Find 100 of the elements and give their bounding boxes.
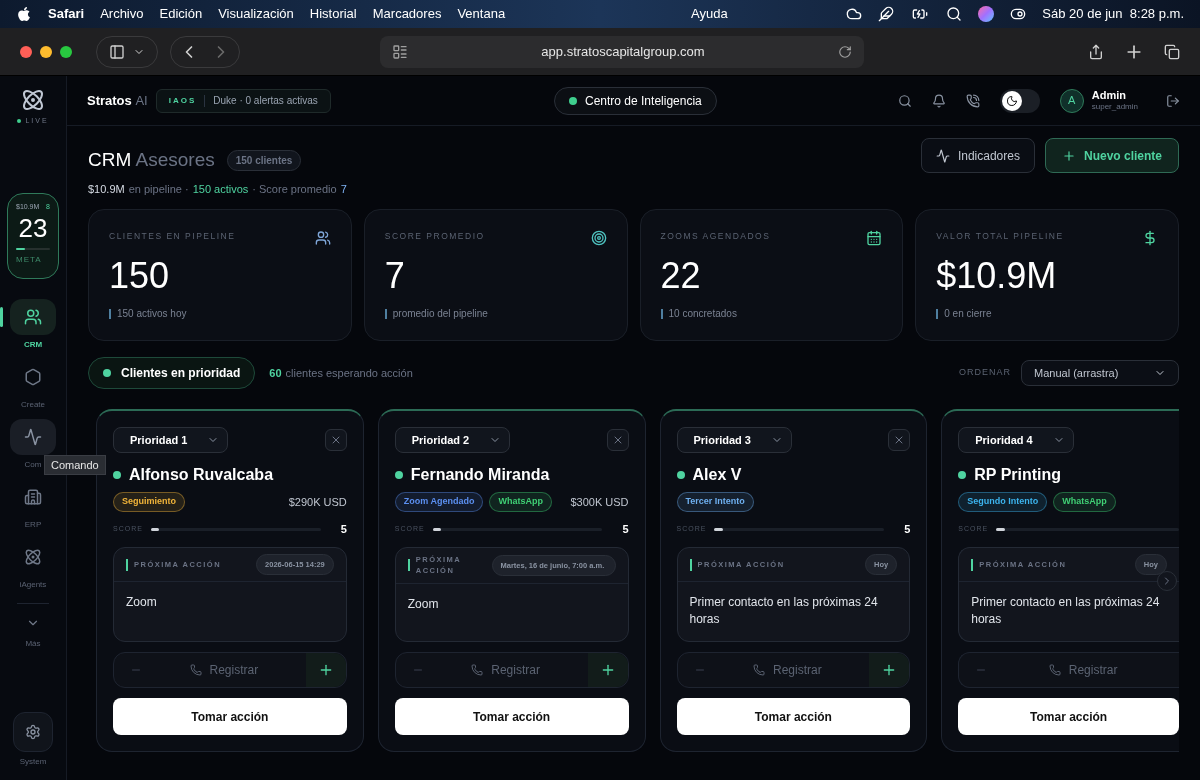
- search-icon[interactable]: [946, 6, 963, 22]
- control-center-icon[interactable]: [1010, 6, 1027, 22]
- stat-label: CLIENTES EN PIPELINE: [109, 230, 236, 243]
- page-menu-icon: [392, 43, 408, 60]
- intelligence-center-button[interactable]: Centro de Inteligencia: [554, 86, 717, 115]
- menu-item[interactable]: Ayuda: [691, 4, 728, 24]
- take-action-button[interactable]: Tomar acción: [113, 698, 347, 735]
- action-text: Zoom: [406, 595, 440, 613]
- client-name: RP Printing: [974, 465, 1062, 485]
- menu-item[interactable]: Historial: [309, 4, 357, 24]
- menu-item[interactable]: Safari: [48, 4, 85, 24]
- menu-item[interactable]: Marcadores: [372, 4, 442, 24]
- sidebar-item-label: Com: [24, 458, 42, 471]
- menu-item[interactable]: Edición: [159, 4, 203, 24]
- cloud-icon[interactable]: [846, 6, 863, 22]
- tag: WhatsApp: [489, 492, 552, 512]
- logout-icon[interactable]: [1166, 93, 1180, 108]
- client-name: Alex V: [692, 465, 742, 485]
- client-name: Alfonso Ruvalcaba: [129, 465, 274, 485]
- status-tag: IAOS: [168, 94, 197, 107]
- phone-icon: [471, 664, 484, 676]
- action-text: Zoom: [125, 594, 158, 612]
- bell-icon[interactable]: [931, 93, 946, 108]
- stat-value: 7: [384, 254, 406, 298]
- menu-item[interactable]: Ventana: [457, 4, 506, 24]
- action-text: Primer contacto en las próximas 24 horas: [688, 594, 879, 629]
- target-icon: [590, 230, 607, 246]
- client-count-badge: 150 clientes: [226, 149, 302, 171]
- add-button[interactable]: [305, 653, 346, 687]
- atom-logo-icon[interactable]: [21, 88, 45, 112]
- minimize-window-button[interactable]: [40, 45, 52, 58]
- menu-item[interactable]: Archivo: [100, 4, 144, 24]
- meta-value: 23: [17, 212, 49, 244]
- take-action-button[interactable]: Tomar acción: [676, 698, 911, 735]
- close-button[interactable]: [324, 429, 347, 451]
- atom-icon: [24, 547, 42, 566]
- stat-note: 10 concretados: [668, 307, 737, 321]
- meta-label: META: [16, 254, 43, 266]
- close-button[interactable]: [888, 429, 911, 451]
- priority-clients-pill[interactable]: Clientes en prioridad: [88, 357, 256, 389]
- user-avatar[interactable]: A: [1059, 88, 1084, 113]
- close-button[interactable]: [606, 429, 629, 451]
- apple-icon[interactable]: [16, 6, 32, 22]
- add-button[interactable]: [587, 653, 628, 687]
- waiting-text: clientes esperando acción: [285, 365, 413, 381]
- stat-value: $10.9M: [936, 254, 1058, 298]
- add-button[interactable]: [869, 653, 910, 687]
- user-role: super_admin: [1091, 100, 1138, 113]
- priority-dropdown[interactable]: Prioridad 3: [676, 427, 792, 453]
- tabs-overview-icon[interactable]: [1164, 43, 1180, 60]
- stat-label: ZOOMS AGENDADOS: [660, 230, 771, 243]
- take-action-button[interactable]: Tomar acción: [394, 698, 629, 735]
- stat-label: SCORE PROMEDIO: [384, 230, 485, 243]
- priority-dropdown[interactable]: Prioridad 2: [394, 427, 511, 453]
- theme-toggle[interactable]: [999, 88, 1040, 113]
- phone-icon: [1048, 664, 1061, 676]
- tag: Segundo Intento: [958, 492, 1048, 512]
- users-icon: [24, 307, 42, 326]
- priority-dropdown[interactable]: Prioridad 1: [113, 427, 229, 453]
- sidebar-item-label: iAgents: [19, 578, 47, 591]
- sort-dropdown[interactable]: Manual (arrastra): [1021, 360, 1179, 386]
- user-name: Admin: [1091, 88, 1127, 101]
- feather-icon[interactable]: [878, 6, 895, 22]
- score-value: 5: [904, 521, 911, 537]
- waiting-count: 60: [269, 365, 282, 381]
- settings-button[interactable]: [13, 712, 53, 752]
- page-title: CRM Asesores: [88, 148, 215, 172]
- close-window-button[interactable]: [20, 45, 32, 58]
- settings-label: System: [19, 756, 47, 768]
- pulse-icon: [24, 427, 42, 446]
- stat-label: VALOR TOTAL PIPELINE: [936, 230, 1064, 243]
- stat-value: 150: [109, 254, 171, 298]
- address-bar[interactable]: app.stratoscapitalgroup.com: [380, 35, 864, 68]
- dollar-icon: [1142, 230, 1158, 246]
- priority-dropdown[interactable]: Prioridad 4: [958, 427, 1074, 453]
- action-text: Primer contacto en las próximas 24 horas: [970, 594, 1161, 629]
- tag: Tercer Intento: [676, 492, 754, 512]
- zoom-window-button[interactable]: [60, 45, 72, 58]
- share-icon[interactable]: [1088, 43, 1104, 60]
- summary-text: $10.9M: [88, 181, 125, 197]
- siri-icon[interactable]: [978, 6, 995, 22]
- menu-item[interactable]: Visualización: [218, 4, 294, 24]
- phone-icon[interactable]: [965, 93, 980, 108]
- stat-note: promedio del pipeline: [392, 307, 488, 321]
- reload-icon: [838, 44, 852, 59]
- sidebar-item-label: ERP: [24, 518, 42, 531]
- menu-clock[interactable]: Sáb 20 de jun 8:28 p.m.: [1042, 4, 1184, 24]
- stat-note: 0 en cierre: [944, 307, 992, 321]
- sidebar-icon: [109, 43, 125, 60]
- new-client-button[interactable]: Nuevo cliente: [1044, 138, 1179, 173]
- take-action-button[interactable]: Tomar acción: [958, 698, 1179, 735]
- score-value: 5: [622, 521, 629, 537]
- sidebar-item[interactable]: [10, 418, 56, 455]
- plus-icon: [1061, 148, 1076, 163]
- phone-icon: [753, 664, 766, 676]
- deal-amount: $300K USD: [570, 494, 629, 510]
- tag: Zoom Agendado: [394, 492, 484, 512]
- sidebar-item-label: Create: [21, 398, 45, 411]
- indicators-button[interactable]: Indicadores: [920, 138, 1035, 173]
- sidebar-item[interactable]: [10, 298, 56, 335]
